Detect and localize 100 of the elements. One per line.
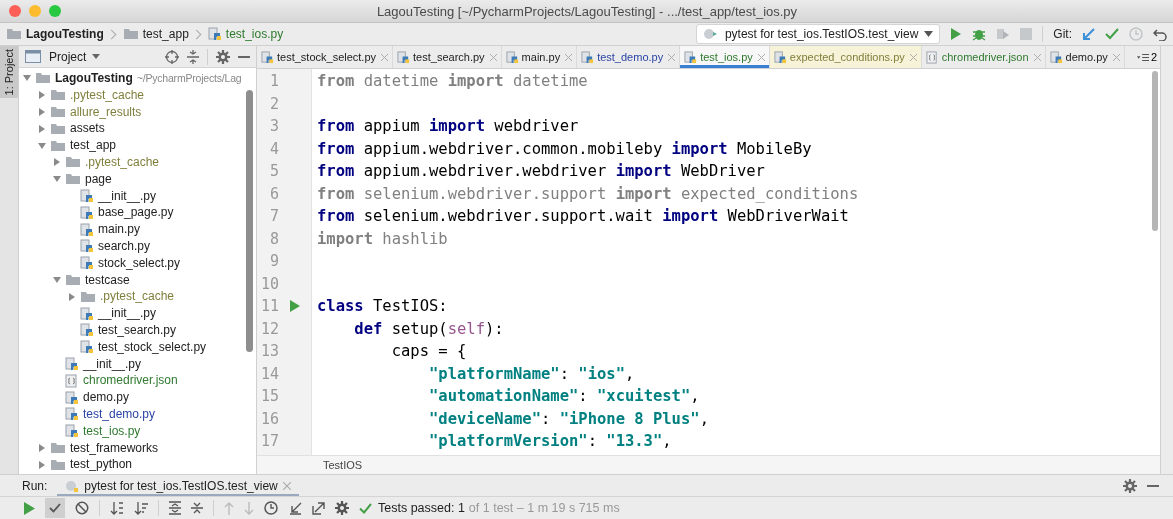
tree-item[interactable]: test_app [70,137,117,154]
editor-tab[interactable]: test_stock_select.py [257,46,394,68]
expand-arrow-icon[interactable] [53,275,61,284]
tree-item[interactable]: allure_results [70,103,142,121]
editor-tab[interactable]: expected_conditions.py [769,46,922,68]
expand-arrow-icon[interactable] [38,124,46,133]
close-icon[interactable] [1033,53,1041,61]
minimize-icon[interactable] [1147,484,1159,487]
import-icon[interactable] [289,501,302,515]
tree-item[interactable]: stock_select.py [98,254,181,272]
code-token: import [429,117,485,135]
coverage-icon[interactable] [996,27,1011,41]
editor-tab[interactable]: test_search.py [393,46,502,68]
prohibited-icon[interactable] [75,501,89,515]
collapse-all-icon[interactable] [187,49,199,64]
expand-arrow-icon[interactable] [38,460,46,469]
minimize-icon[interactable] [238,55,250,58]
close-icon[interactable] [381,53,389,61]
tree-item[interactable]: demo.py [83,389,130,406]
code-token: setup( [390,319,448,338]
run-icon[interactable] [950,27,963,41]
clock-icon[interactable] [264,500,279,516]
project-tool-window-button[interactable]: 1: Project [0,46,18,98]
tree-item[interactable]: page [85,170,112,188]
expand-arrow-icon[interactable] [68,292,76,301]
python-run-icon [65,478,80,493]
undo-icon[interactable] [1153,27,1167,41]
tree-item[interactable]: __init__.py [83,355,142,373]
tree-item[interactable]: test_ios.py [83,422,141,440]
bug-icon[interactable] [972,27,987,41]
editor-tab[interactable]: demo.py [1045,46,1125,68]
expand-arrow-icon[interactable] [23,74,31,83]
code-token: , [690,387,700,405]
expand-arrow-icon[interactable] [38,141,46,150]
expand-arrow-icon[interactable] [38,108,46,116]
expand-arrow-icon[interactable] [53,158,61,167]
close-icon[interactable] [565,53,573,61]
close-icon[interactable] [668,53,676,61]
scrollbar[interactable] [246,90,253,352]
editor-tab[interactable]: main.py [501,46,578,68]
export-icon[interactable] [312,501,325,515]
tree-item[interactable]: __init__.py [98,305,157,322]
editor-tab[interactable]: test_ios.py [680,46,770,68]
tree-item[interactable]: test_demo.py [83,405,156,423]
tree-item[interactable]: LagouTesting [55,70,133,87]
close-icon[interactable] [909,53,917,61]
tree-item[interactable]: .pytest_cache [85,154,160,171]
expand-all-icon[interactable] [169,501,181,515]
arrow-icon[interactable] [1082,27,1095,41]
tree-item[interactable]: .pytest_cache [100,288,175,306]
tree-item[interactable]: assets [70,120,105,138]
breadcrumb-item[interactable]: test_ios.py [225,27,284,41]
show-passed-toggle[interactable] [45,498,65,518]
sort-icon[interactable] [134,501,148,515]
tree-item[interactable]: test_search.py [98,321,177,339]
settings-icon[interactable] [335,501,349,515]
close-icon[interactable] [1112,53,1120,61]
tree-item[interactable]: test_frameworks [70,439,159,457]
editor-tab[interactable]: chromedriver.json [921,46,1046,68]
breadcrumb-item[interactable]: TestIOS [323,459,363,471]
run-configuration-dropdown[interactable]: pytest for test_ios.TestIOS.test_view [695,24,941,44]
python-file-icon [581,50,595,64]
checkmark-icon[interactable] [1105,28,1119,40]
tree-item[interactable]: test_stock_select.py [98,338,207,356]
project-view-dropdown[interactable]: Project [49,49,101,64]
folder-icon [65,173,81,186]
code-token: : [578,387,589,405]
tree-item[interactable]: base_page.py [98,204,174,222]
collapse-all-icon[interactable] [191,501,203,515]
close-icon[interactable] [489,53,497,61]
expand-arrow-icon[interactable] [38,91,46,100]
breadcrumb-item[interactable]: test_app [142,27,189,41]
expand-arrow-icon[interactable] [38,443,46,452]
code-token: , [699,409,709,428]
expand-arrow-icon[interactable] [53,175,61,184]
scrollbar[interactable] [1152,71,1158,231]
run-icon[interactable] [24,501,35,515]
close-icon[interactable] [757,53,765,61]
tab-overflow-button[interactable]: 2 [1133,46,1160,68]
run-tab[interactable]: pytest for test_ios.TestIOS.test_view [57,475,299,496]
tree-item[interactable]: __init__.py [98,187,157,205]
crosshair-icon[interactable] [165,49,179,64]
json-file-icon [925,50,939,64]
breadcrumb-item[interactable]: LagouTesting [26,27,104,41]
settings-icon[interactable] [1123,478,1137,493]
settings-icon[interactable] [216,49,230,64]
tree-item[interactable]: search.py [98,237,151,255]
run-icon[interactable] [290,300,300,313]
tree-item[interactable]: testcase [85,271,130,289]
close-icon[interactable] [282,481,291,490]
python-file-icon [80,306,94,321]
zoom-window-button[interactable] [49,5,61,17]
tree-item[interactable]: main.py [98,221,141,238]
tree-item[interactable]: test_python [70,456,133,474]
sort-icon[interactable] [110,501,124,515]
close-window-button[interactable] [9,5,21,17]
tree-item[interactable]: chromedriver.json [83,372,178,390]
tree-item[interactable]: .pytest_cache [70,86,145,104]
tab-label: test_demo.py [597,51,664,63]
tab-label: test_stock_select.py [277,51,377,63]
